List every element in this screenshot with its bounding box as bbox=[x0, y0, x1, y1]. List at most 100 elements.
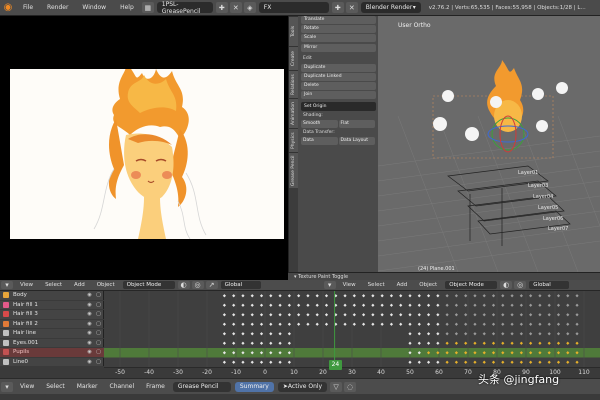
menu-select[interactable]: Select bbox=[39, 282, 68, 288]
tab-tools[interactable]: Tools bbox=[289, 16, 298, 46]
lock-icon[interactable]: ▢ bbox=[95, 349, 102, 356]
menu-view[interactable]: View bbox=[14, 282, 39, 288]
tab-animation[interactable]: Animation bbox=[289, 98, 298, 128]
menu-channel[interactable]: Channel bbox=[104, 383, 141, 390]
duplicate-button[interactable]: Duplicate bbox=[301, 64, 376, 72]
join-button[interactable]: Join bbox=[301, 91, 376, 99]
scene-icon[interactable]: ◈ bbox=[243, 2, 256, 13]
close-scene-icon[interactable]: ✕ bbox=[345, 2, 358, 13]
flat-button[interactable]: Flat bbox=[338, 120, 375, 128]
lock-icon[interactable]: ▢ bbox=[95, 330, 102, 337]
eye-icon[interactable]: ◉ bbox=[86, 311, 93, 318]
orientation-select[interactable]: Global bbox=[220, 281, 261, 289]
screen-name-field[interactable]: 1PSL-GreasePencil bbox=[156, 1, 213, 15]
channel-row[interactable]: Body ◉ ▢ bbox=[0, 291, 104, 301]
channel-row[interactable]: Hair fill 3 ◉ ▢ bbox=[0, 310, 104, 320]
editor-type-icon[interactable]: ▾ bbox=[1, 281, 13, 289]
data-button[interactable]: Data bbox=[301, 137, 338, 145]
menu-file[interactable]: File bbox=[16, 0, 40, 16]
channel-row[interactable]: Line0 ◉ ▢ bbox=[0, 358, 104, 367]
camera-viewport[interactable] bbox=[0, 16, 288, 280]
scene-name-field[interactable]: FX bbox=[258, 2, 329, 13]
channel-row[interactable]: Hair fill 1 ◉ ▢ bbox=[0, 301, 104, 310]
tab-create[interactable]: Create bbox=[289, 46, 298, 70]
pivot-icon[interactable]: ◎ bbox=[191, 281, 204, 289]
smooth-button[interactable]: Smooth bbox=[301, 120, 338, 128]
current-frame-indicator[interactable]: 24 bbox=[328, 360, 343, 370]
channel-row[interactable]: Eyes.001 ◉ ▢ bbox=[0, 339, 104, 348]
shading-icon-right[interactable]: ◐ bbox=[500, 281, 513, 289]
frame-tick-label: -30 bbox=[173, 369, 183, 376]
eye-icon[interactable]: ◉ bbox=[86, 301, 93, 308]
menu-window[interactable]: Window bbox=[75, 0, 113, 16]
eye-icon[interactable]: ◉ bbox=[86, 349, 93, 356]
menu-object-right[interactable]: Object bbox=[413, 282, 443, 288]
eye-icon[interactable]: ◉ bbox=[86, 320, 93, 327]
active-only-toggle[interactable]: ➤ Active Only bbox=[277, 381, 328, 392]
3d-viewport[interactable]: Layer01 Layer03 Layer04 Layer05 Layer06 … bbox=[378, 16, 600, 272]
keyframe-marker bbox=[519, 294, 523, 298]
data-layout-button[interactable]: Data Layout bbox=[338, 137, 375, 145]
menu-view-right[interactable]: View bbox=[337, 282, 362, 288]
menu-marker[interactable]: Marker bbox=[71, 383, 104, 390]
ghost-icon[interactable]: ◌ bbox=[344, 381, 357, 392]
scale-button[interactable]: Scale bbox=[301, 34, 376, 42]
lock-icon[interactable]: ▢ bbox=[95, 311, 102, 318]
channel-row[interactable]: Hair line ◉ ▢ bbox=[0, 329, 104, 339]
screen-layout-icon[interactable]: ▦ bbox=[141, 2, 154, 13]
add-screen-icon[interactable]: ✚ bbox=[215, 2, 228, 13]
lock-icon[interactable]: ▢ bbox=[95, 292, 102, 299]
eye-icon[interactable]: ◉ bbox=[86, 339, 93, 346]
mirror-button[interactable]: Mirror bbox=[301, 44, 376, 52]
menu-object[interactable]: Object bbox=[91, 282, 121, 288]
lock-icon[interactable]: ▢ bbox=[95, 339, 102, 346]
eye-icon[interactable]: ◉ bbox=[86, 358, 93, 365]
editor-type-icon-right[interactable]: ▾ bbox=[323, 281, 336, 289]
menu-render[interactable]: Render bbox=[40, 0, 75, 16]
tab-physics[interactable]: Physics bbox=[289, 128, 298, 152]
keyframe-marker bbox=[297, 303, 301, 307]
keyframe-marker bbox=[222, 303, 226, 307]
channel-row-selected[interactable]: Pupils ◉ ▢ bbox=[0, 348, 104, 358]
summary-toggle[interactable]: Summary bbox=[234, 381, 274, 392]
add-scene-icon[interactable]: ✚ bbox=[331, 2, 344, 13]
keyframe-marker bbox=[426, 360, 431, 364]
menu-view-bottom[interactable]: View bbox=[14, 383, 40, 390]
menu-add-right[interactable]: Add bbox=[391, 282, 414, 288]
duplicate-linked-button[interactable]: Duplicate Linked bbox=[301, 73, 376, 81]
set-origin-dropdown[interactable]: Set Origin bbox=[301, 102, 376, 111]
blender-logo-icon[interactable]: ◉ bbox=[0, 0, 16, 16]
lock-icon[interactable]: ▢ bbox=[95, 358, 102, 365]
menu-frame[interactable]: Frame bbox=[140, 383, 171, 390]
close-screen-icon[interactable]: ✕ bbox=[229, 2, 242, 13]
editor-type-icon-bottom[interactable]: ▾ bbox=[1, 381, 13, 392]
keyframe-marker bbox=[473, 294, 477, 298]
translate-button[interactable]: Translate bbox=[301, 16, 376, 24]
mode-select[interactable]: Object Mode bbox=[122, 281, 175, 289]
keyframe-marker bbox=[482, 294, 486, 298]
manipulator-icon[interactable]: ↗ bbox=[205, 281, 218, 289]
filter-icon[interactable]: ▽ bbox=[330, 381, 343, 392]
dopesheet-area[interactable] bbox=[104, 291, 600, 367]
delete-button[interactable]: Delete bbox=[301, 82, 376, 90]
shading-icon[interactable]: ◐ bbox=[177, 281, 190, 289]
tab-grease-pencil[interactable]: Grease Pencil bbox=[289, 152, 298, 188]
menu-add[interactable]: Add bbox=[68, 282, 91, 288]
pivot-icon-right[interactable]: ◎ bbox=[514, 281, 527, 289]
channel-row[interactable]: Hair fill 2 ◉ ▢ bbox=[0, 320, 104, 329]
render-engine-select[interactable]: Blender Render ▾ bbox=[360, 2, 421, 13]
menu-select-right[interactable]: Select bbox=[362, 282, 391, 288]
eye-icon[interactable]: ◉ bbox=[86, 330, 93, 337]
rotate-button[interactable]: Rotate bbox=[301, 25, 376, 33]
keyframe-marker bbox=[222, 360, 226, 364]
dopesheet-mode-select[interactable]: Grease Pencil bbox=[172, 381, 231, 392]
menu-select-bottom[interactable]: Select bbox=[40, 383, 71, 390]
lock-icon[interactable]: ▢ bbox=[95, 301, 102, 308]
mode-select-right[interactable]: Object Mode bbox=[445, 281, 498, 289]
menu-help[interactable]: Help bbox=[113, 0, 141, 16]
eye-icon[interactable]: ◉ bbox=[86, 292, 93, 299]
keyframe-marker bbox=[324, 303, 329, 307]
lock-icon[interactable]: ▢ bbox=[95, 320, 102, 327]
tab-relations[interactable]: Relations bbox=[289, 70, 298, 98]
orientation-select-right[interactable]: Global bbox=[529, 281, 570, 289]
